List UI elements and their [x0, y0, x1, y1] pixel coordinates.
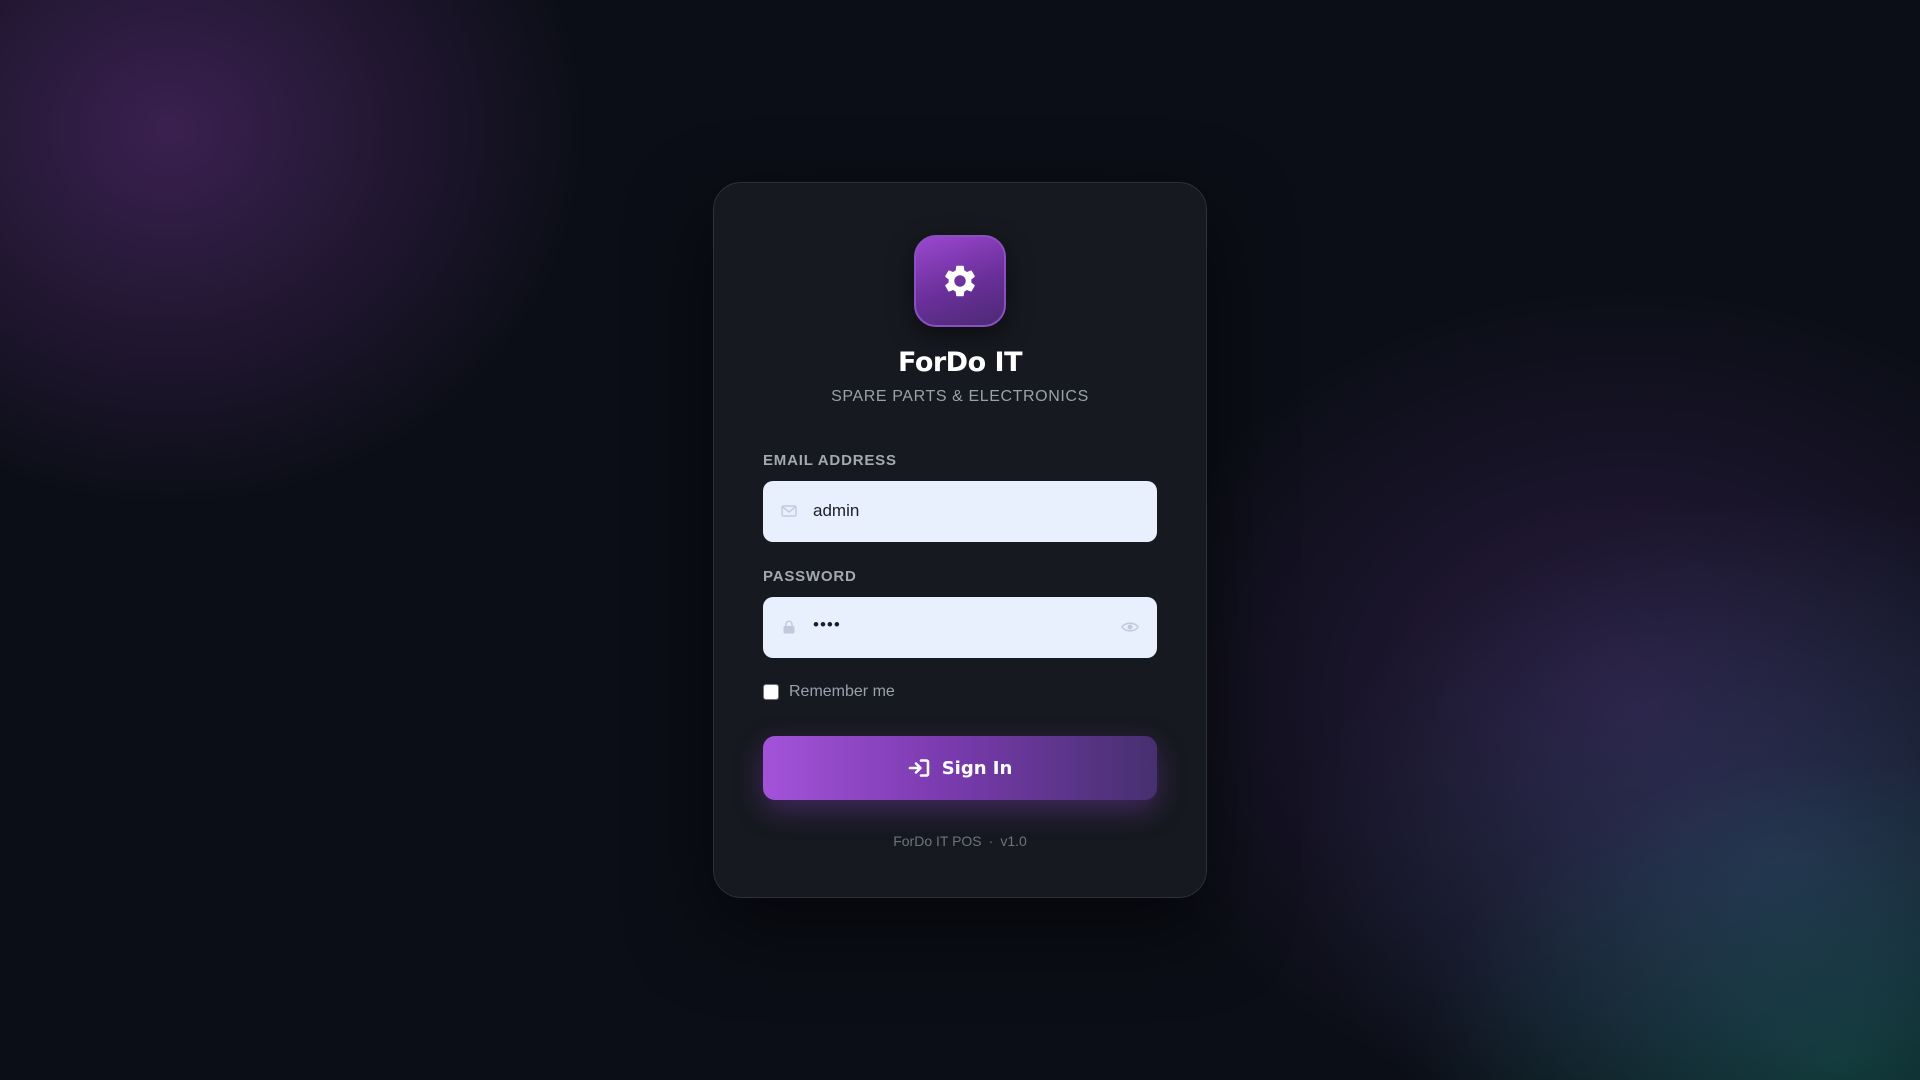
envelope-icon	[781, 505, 797, 517]
email-label: EMAIL ADDRESS	[763, 452, 897, 469]
footer-version: ForDo IT POS · v1.0	[714, 833, 1206, 849]
app-logo	[914, 235, 1006, 327]
gear-icon	[945, 265, 975, 297]
app-title: ForDo IT	[897, 347, 1023, 378]
password-value: ••••	[813, 615, 841, 634]
eye-icon[interactable]	[1121, 620, 1139, 634]
footer-version-number: v1.0	[1000, 833, 1027, 849]
email-value: admin	[813, 501, 860, 520]
sign-in-icon	[908, 759, 929, 777]
email-field[interactable]: admin	[763, 481, 1157, 542]
sign-in-button[interactable]: Sign In	[763, 736, 1157, 800]
password-label: PASSWORD	[763, 568, 857, 585]
app-subtitle: SPARE PARTS & ELECTRONICS	[831, 388, 1089, 405]
remember-me[interactable]: Remember me	[763, 683, 895, 701]
footer-product: ForDo IT POS	[893, 833, 982, 849]
sign-in-label: Sign In	[941, 757, 1013, 779]
remember-me-label[interactable]: Remember me	[789, 683, 895, 701]
remember-me-checkbox[interactable]	[763, 684, 779, 700]
lock-icon	[783, 620, 795, 634]
login-card: ForDo IT SPARE PARTS & ELECTRONICS EMAIL…	[713, 182, 1207, 898]
footer-separator: ·	[988, 833, 994, 849]
password-field[interactable]: ••••	[763, 597, 1157, 658]
